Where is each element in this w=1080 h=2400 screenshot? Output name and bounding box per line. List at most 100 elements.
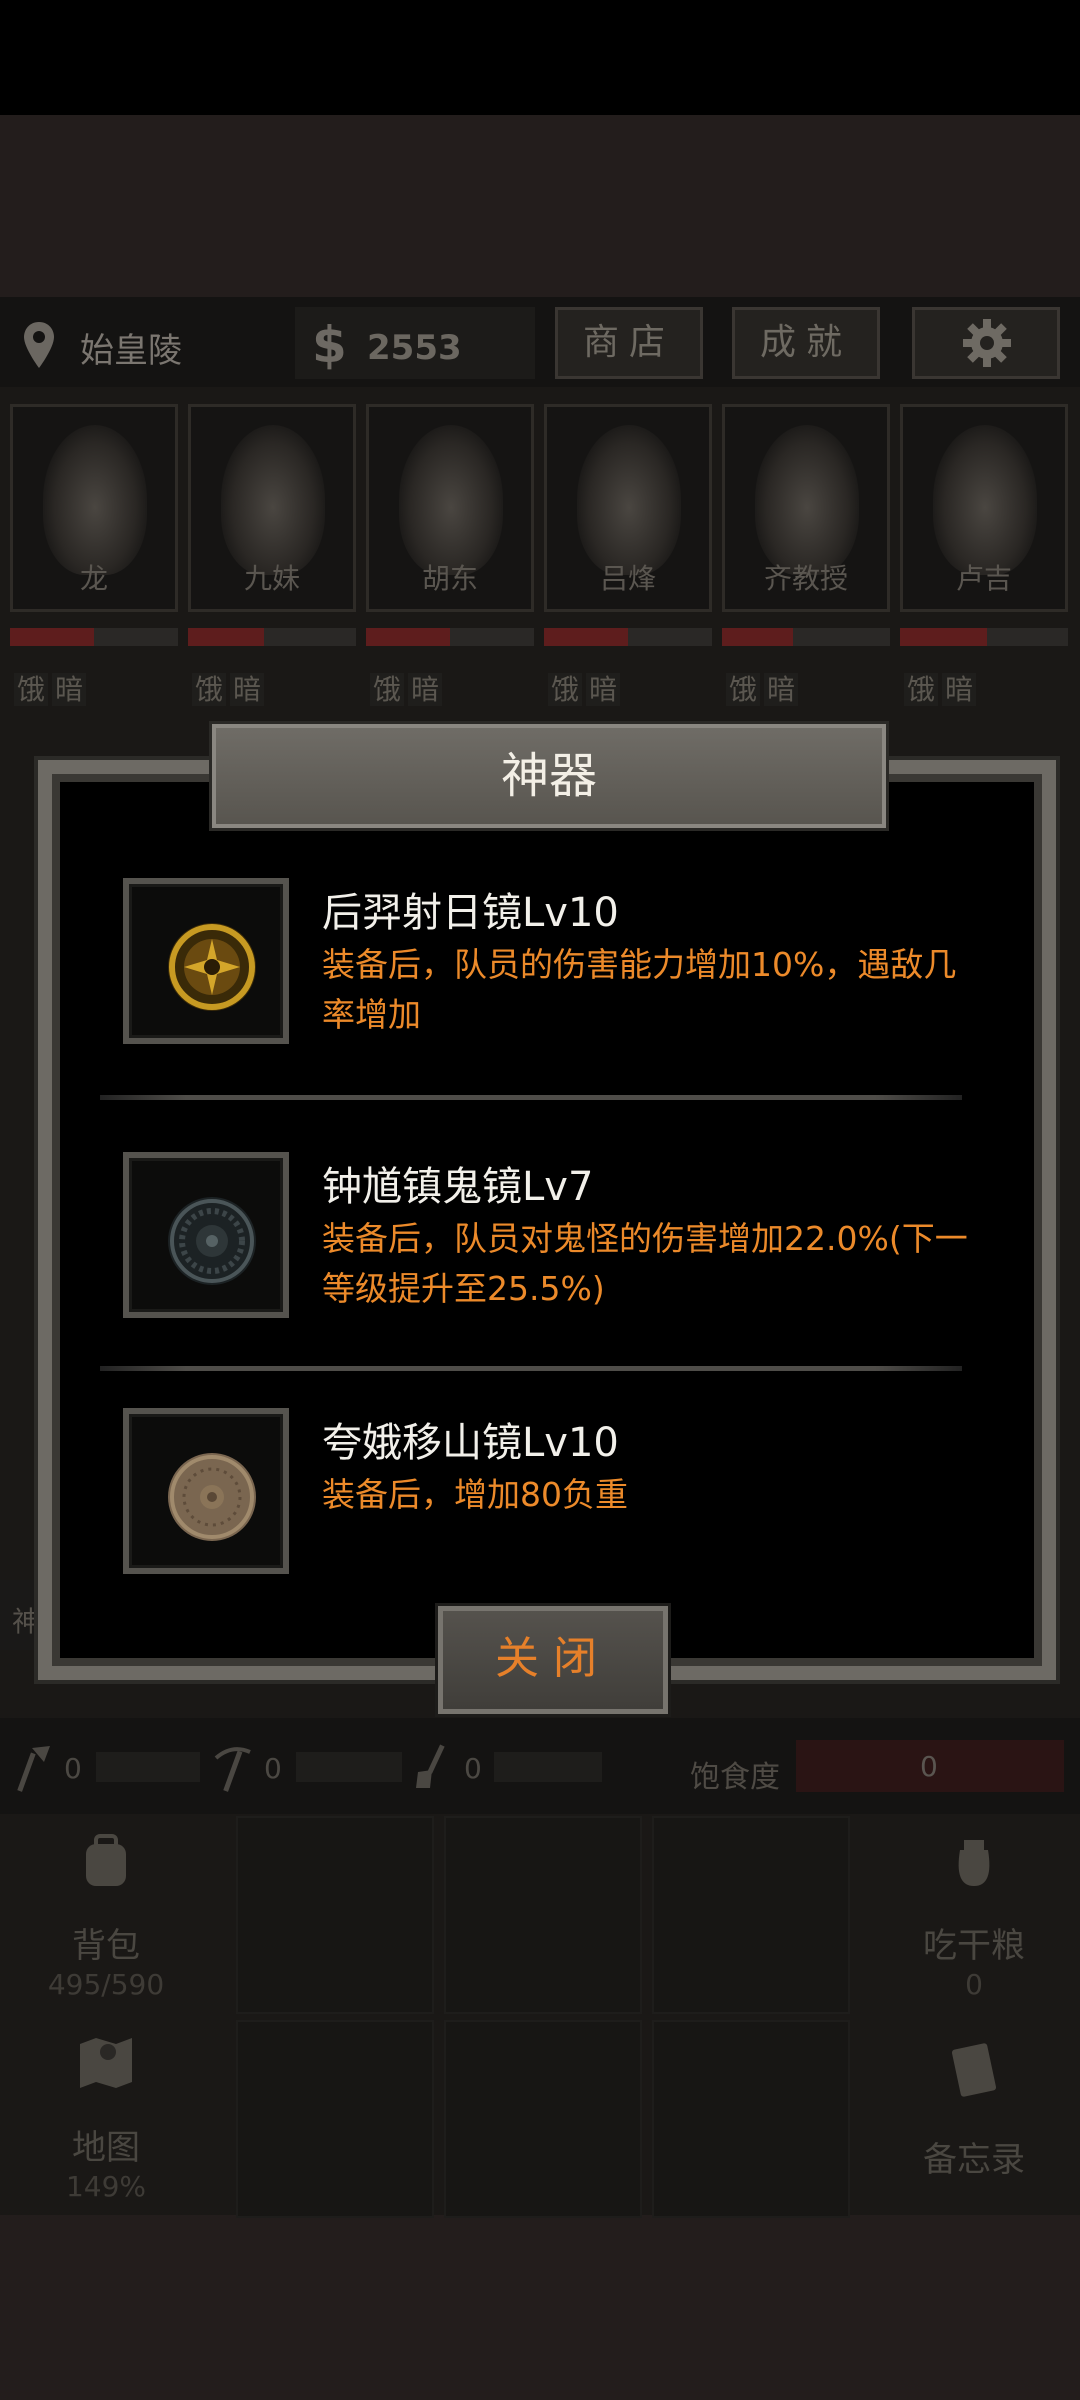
status-dark: 暗 xyxy=(408,673,443,706)
character-portrait xyxy=(577,425,681,575)
character-name: 胡东 xyxy=(421,562,478,595)
character-card-hudong[interactable]: 胡东 xyxy=(366,404,534,612)
tool-count: 0 xyxy=(264,1752,282,1785)
tool-count: 0 xyxy=(64,1752,82,1785)
shovel-icon xyxy=(416,1744,445,1788)
character-name: 龙 xyxy=(79,562,108,595)
artifact-name: 后羿射日镜Lv10 xyxy=(322,890,619,936)
eat-ration-button[interactable]: 吃干粮 0 xyxy=(872,1816,1076,2012)
status-hungry: 饿 xyxy=(726,673,761,706)
notebook-icon xyxy=(951,2043,997,2097)
close-button[interactable]: 关闭 xyxy=(438,1606,668,1714)
artifact-name: 钟馗镇鬼镜Lv7 xyxy=(322,1164,594,1210)
health-bar xyxy=(544,628,712,646)
tool-bar xyxy=(296,1752,402,1782)
character-portrait xyxy=(933,425,1037,575)
map-explored-percent: 149% xyxy=(65,2170,147,2203)
character-card-jiumei[interactable]: 九妹 xyxy=(188,404,356,612)
side-tab-label: 神 xyxy=(12,1605,41,1638)
status-hungry: 饿 xyxy=(14,673,49,706)
dialog-title: 神器 xyxy=(500,748,597,804)
backpack-button[interactable]: 背包 495/590 xyxy=(4,1816,208,2012)
backpack-count: 495/590 xyxy=(47,1968,165,2001)
memo-label: 备忘录 xyxy=(923,2140,1025,2180)
backpack-label: 背包 xyxy=(72,1926,140,1966)
divider xyxy=(100,1366,962,1371)
artifact-description: 装备后，队员对鬼怪的伤害增加22.0%(下一等级提升至25.5%) xyxy=(322,1219,968,1308)
map-cell[interactable] xyxy=(652,2020,850,2218)
map-cell[interactable] xyxy=(236,2020,434,2218)
copper-mirror-icon xyxy=(168,1453,256,1541)
map-cell[interactable] xyxy=(444,2020,642,2218)
character-card-long[interactable]: 龙 xyxy=(10,404,178,612)
memo-button[interactable]: 备忘录 xyxy=(872,2020,1076,2216)
tool-bar xyxy=(96,1752,200,1782)
status-hungry: 饿 xyxy=(548,673,583,706)
status-dark: 暗 xyxy=(942,673,977,706)
status-dark: 暗 xyxy=(52,673,87,706)
status-dark: 暗 xyxy=(230,673,265,706)
shop-button[interactable]: 商店 xyxy=(555,307,703,379)
artifact-name: 夸娥移山镜Lv10 xyxy=(322,1420,619,1466)
character-portrait xyxy=(399,425,503,575)
satiety-label: 饱食度 xyxy=(690,1760,780,1795)
character-name: 九妹 xyxy=(243,562,300,595)
artifact-icon-frame[interactable] xyxy=(123,1408,289,1574)
backpack-icon xyxy=(86,1834,126,1886)
pickaxe-icon xyxy=(214,1747,251,1792)
character-status: 饿暗 xyxy=(370,668,446,708)
location-pin-icon xyxy=(24,322,54,368)
artifact-icon-frame[interactable] xyxy=(123,1152,289,1318)
character-portrait xyxy=(43,425,147,575)
status-hungry: 饿 xyxy=(192,673,227,706)
status-dark: 暗 xyxy=(586,673,621,706)
map-cell[interactable] xyxy=(236,1816,434,2014)
tool-bar xyxy=(494,1752,602,1782)
map-cell[interactable] xyxy=(444,1816,642,2014)
ration-count: 0 xyxy=(965,1968,983,2001)
health-fill xyxy=(10,628,94,646)
bottom-backdrop xyxy=(0,2215,1080,2400)
divider xyxy=(100,1095,962,1100)
map-cell[interactable] xyxy=(652,1816,850,2014)
health-fill xyxy=(188,628,264,646)
achievements-button[interactable]: 成就 xyxy=(732,307,880,379)
ration-bag-icon xyxy=(958,1840,990,1886)
map-icon xyxy=(80,2038,132,2088)
character-status: 饿暗 xyxy=(192,668,268,708)
character-status: 饿暗 xyxy=(14,668,90,708)
health-bar xyxy=(722,628,890,646)
dialog-title-plate: 神器 xyxy=(212,724,886,828)
health-bar xyxy=(10,628,178,646)
health-bar xyxy=(188,628,356,646)
artifact-description: 装备后，增加80负重 xyxy=(322,1475,628,1514)
tool-count: 0 xyxy=(464,1752,482,1785)
character-name: 吕烽 xyxy=(599,562,656,595)
character-portrait xyxy=(755,425,859,575)
bronze-mirror-icon xyxy=(168,1197,256,1285)
character-name: 卢吉 xyxy=(955,562,1012,595)
money-amount: 2553 xyxy=(367,328,462,368)
settings-button[interactable] xyxy=(912,307,1060,379)
satiety-value: 0 xyxy=(920,1750,938,1783)
character-status: 饿暗 xyxy=(904,668,980,708)
health-fill xyxy=(544,628,628,646)
character-name: 齐教授 xyxy=(763,562,848,595)
status-hungry: 饿 xyxy=(904,673,939,706)
game-screen: 始皇陵 $ 2553 商店 成就 龙 九妹 胡东 吕烽 齐教授 卢吉 饿 暗 饿… xyxy=(0,0,1080,2400)
status-hungry: 饿 xyxy=(370,673,405,706)
character-portrait xyxy=(221,425,325,575)
character-card-lvfeng[interactable]: 吕烽 xyxy=(544,404,712,612)
axe-icon xyxy=(17,1746,50,1792)
character-card-professor-qi[interactable]: 齐教授 xyxy=(722,404,890,612)
artifact-icon-frame[interactable] xyxy=(123,878,289,1044)
character-status: 饿暗 xyxy=(548,668,624,708)
map-button[interactable]: 地图 149% xyxy=(4,2020,208,2216)
location-name: 始皇陵 xyxy=(80,331,182,371)
gear-icon xyxy=(963,319,1011,367)
top-backdrop xyxy=(0,115,1080,297)
character-card-luji[interactable]: 卢吉 xyxy=(900,404,1068,612)
character-status: 饿暗 xyxy=(726,668,802,708)
dollar-icon: $ xyxy=(312,316,347,374)
status-dark: 暗 xyxy=(764,673,799,706)
